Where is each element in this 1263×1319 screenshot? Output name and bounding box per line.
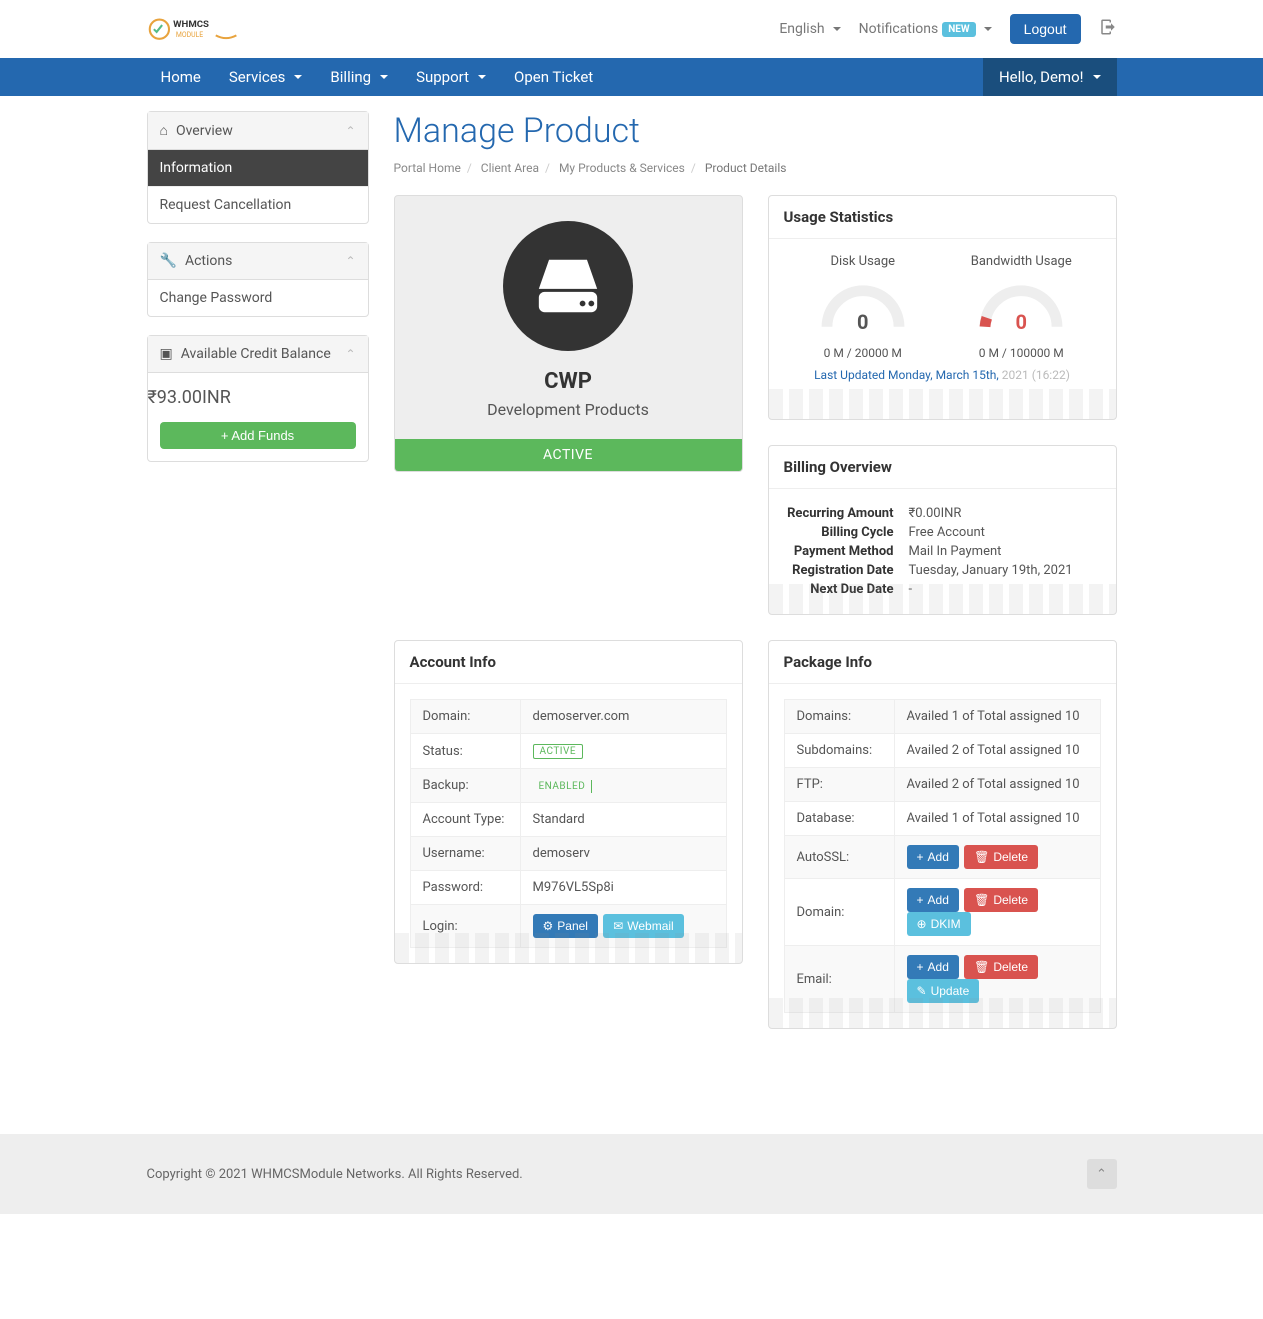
last-updated: Last Updated Monday, March 15th, 2021 (1… [784,368,1101,382]
pencil-icon: ✎ [917,984,927,998]
copyright: Copyright © 2021 WHMCSModule Networks. A… [147,1167,523,1182]
nav-user-menu[interactable]: Hello, Demo! [983,58,1117,96]
domain-add-button[interactable]: + Add [907,888,959,912]
bw-gauge: 0 [976,279,1066,334]
crumb-details: Product Details [705,161,787,175]
trash-icon: 🗑 [974,850,989,864]
email-delete-button[interactable]: 🗑 Delete [964,955,1038,979]
credit-amount: ₹93.00INR [148,373,368,422]
bw-usage-text: 0 M / 100000 M [942,346,1101,360]
webmail-button[interactable]: ✉ Webmail [603,914,684,938]
chevron-up-icon: ⌃ [1096,1167,1107,1182]
wrench-icon: 🔧 [160,253,177,269]
overview-panel: ⌂ Overview ⌃ Information Request Cancell… [147,111,369,224]
trash-icon: 🗑 [974,960,989,974]
account-info-title: Account Info [395,641,742,684]
account-info-table: Domain:demoserver.com Status:ACTIVE Back… [410,699,727,948]
nav-support[interactable]: Support [402,58,500,96]
globe-icon: ⊕ [917,917,927,931]
signout-icon[interactable] [1099,18,1117,41]
disk-gauge: 0 [818,279,908,334]
nav-services[interactable]: Services [215,58,317,96]
sidebar-item-change-password[interactable]: Change Password [148,280,368,316]
logout-button[interactable]: Logout [1010,14,1081,44]
money-icon: ▣ [160,346,173,362]
actions-panel: 🔧 Actions ⌃ Change Password [147,242,369,317]
plus-icon: + [917,893,924,907]
sidebar-item-information[interactable]: Information [148,150,368,187]
backup-badge: ENABLED [533,780,593,793]
usage-title: Usage Statistics [769,196,1116,239]
product-status: ACTIVE [395,439,742,471]
autossl-delete-button[interactable]: 🗑 Delete [964,845,1038,869]
package-info-table: Domains:Availed 1 of Total assigned 10 S… [784,699,1101,1013]
disk-usage-label: Disk Usage [784,254,943,269]
crumb-client[interactable]: Client Area [481,161,539,175]
nav-open-ticket[interactable]: Open Ticket [500,58,607,96]
email-add-button[interactable]: + Add [907,955,959,979]
status-badge: ACTIVE [533,744,584,759]
package-info-card: Package Info Domains:Availed 1 of Total … [768,640,1117,1029]
package-info-title: Package Info [769,641,1116,684]
billing-title: Billing Overview [769,446,1116,489]
add-funds-button[interactable]: + Add Funds [160,422,356,449]
chevron-up-icon: ⌃ [345,254,355,268]
disk-usage-text: 0 M / 20000 M [784,346,943,360]
notifications-link[interactable]: Notifications NEW [859,21,992,37]
domain-delete-button[interactable]: 🗑 Delete [964,888,1038,912]
autossl-add-button[interactable]: + Add [907,845,959,869]
dkim-button[interactable]: ⊕ DKIM [907,912,971,936]
credit-panel-head[interactable]: ▣ Available Credit Balance ⌃ [148,336,368,373]
bw-usage-label: Bandwidth Usage [942,254,1101,269]
page-title: Manage Product [394,111,1117,151]
language-selector[interactable]: English [779,21,840,37]
update-button[interactable]: ✎ Update [907,979,980,1003]
logo[interactable]: WHMCSMODULE [147,10,257,48]
credit-panel: ▣ Available Credit Balance ⌃ ₹93.00INR +… [147,335,369,462]
chevron-up-icon: ⌃ [345,347,355,361]
crumb-products[interactable]: My Products & Services [559,161,685,175]
plus-icon: + [221,428,229,443]
plus-icon: + [917,960,924,974]
product-category: Development Products [395,400,742,419]
billing-card: Billing Overview Recurring Amount₹0.00IN… [768,445,1117,615]
overview-panel-head[interactable]: ⌂ Overview ⌃ [148,112,368,150]
product-name: CWP [395,369,742,394]
footer: Copyright © 2021 WHMCSModule Networks. A… [0,1134,1263,1214]
chevron-up-icon: ⌃ [345,124,355,138]
trash-icon: 🗑 [974,893,989,907]
hdd-icon [503,221,633,351]
new-badge: NEW [942,22,975,37]
account-info-card: Account Info Domain:demoserver.com Statu… [394,640,743,964]
scroll-top-button[interactable]: ⌃ [1087,1159,1117,1189]
svg-text:MODULE: MODULE [175,31,202,39]
panel-button[interactable]: ⚙ Panel [533,914,598,938]
gear-icon: ⚙ [543,919,554,933]
plus-icon: + [917,850,924,864]
mail-icon: ✉ [613,919,623,933]
sidebar-item-cancel[interactable]: Request Cancellation [148,187,368,223]
topbar: WHMCSMODULE English Notifications NEW Lo… [0,0,1263,58]
crumb-home[interactable]: Portal Home [394,161,461,175]
usage-card: Usage Statistics Disk Usage 0 0 M / 2000… [768,195,1117,420]
breadcrumb: Portal Home/ Client Area/ My Products & … [394,161,1117,175]
home-icon: ⌂ [160,122,168,139]
product-card: CWP Development Products ACTIVE [394,195,743,472]
nav-billing[interactable]: Billing [316,58,402,96]
main-nav: Home Services Billing Support Open Ticke… [0,58,1263,96]
nav-home[interactable]: Home [147,58,215,96]
svg-text:WHMCS: WHMCS [173,19,209,30]
actions-panel-head[interactable]: 🔧 Actions ⌃ [148,243,368,280]
